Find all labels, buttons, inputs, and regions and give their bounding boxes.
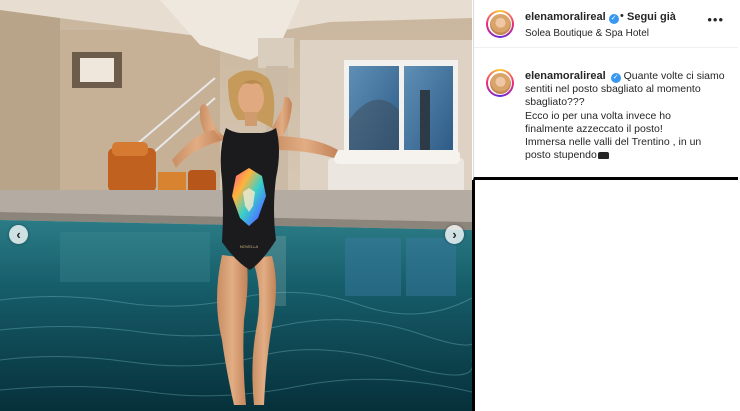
caption-line: elenamoralireal ✓ Quante volte ci siamo bbox=[525, 70, 737, 83]
caption-text: elenamoralireal ✓ Quante volte ci siamo s… bbox=[525, 70, 737, 162]
location-link[interactable]: Solea Boutique & Spa Hotel bbox=[525, 28, 649, 39]
chevron-left-icon: ‹ bbox=[16, 227, 21, 242]
post-header: elenamoralireal ✓ • Segui già Solea Bouti… bbox=[474, 0, 738, 48]
following-button[interactable]: Segui già bbox=[627, 11, 676, 23]
avatar-photo bbox=[489, 13, 511, 35]
chevron-right-icon: › bbox=[452, 227, 457, 242]
username-text[interactable]: elenamoralireal bbox=[525, 11, 606, 23]
avatar-ring-inner bbox=[488, 12, 512, 36]
carousel-prev-button[interactable]: ‹ bbox=[9, 225, 28, 244]
caption-username[interactable]: elenamoralireal bbox=[525, 70, 606, 82]
profile-avatar[interactable] bbox=[486, 10, 514, 38]
emoji-icon bbox=[597, 152, 609, 160]
caption-line: sbagliato??? bbox=[525, 96, 585, 109]
verified-badge-icon: ✓ bbox=[610, 73, 621, 83]
carousel-next-button[interactable]: › bbox=[445, 225, 464, 244]
post-sidebar: elenamoralireal ✓ • Segui già Solea Bouti… bbox=[473, 0, 738, 180]
username-link[interactable]: elenamoralireal ✓ bbox=[525, 11, 619, 24]
post-image[interactable]: NOVELLA ‹ › bbox=[0, 0, 472, 411]
caption-line-text: posto stupendo bbox=[525, 149, 597, 162]
verified-badge-icon: ✓ bbox=[608, 14, 619, 24]
caption-avatar[interactable] bbox=[486, 69, 514, 97]
caption-line: Ecco io per una volta invece ho bbox=[525, 109, 671, 122]
caption-line: finalmente azzeccato il posto! bbox=[525, 122, 663, 135]
avatar-ring-inner bbox=[488, 71, 512, 95]
caption-line-text: Quante volte ci siamo bbox=[623, 70, 725, 82]
swimsuit-print-text: NOVELLA bbox=[240, 244, 259, 249]
caption-line: Immersa nelle valli del Trentino , in un bbox=[525, 136, 702, 149]
caption-line: sentiti nel posto sbagliato al momento bbox=[525, 83, 701, 96]
post-photo: NOVELLA bbox=[0, 0, 472, 411]
separator-dot: • bbox=[620, 10, 624, 22]
avatar-photo bbox=[489, 72, 511, 94]
caption-line: posto stupendo bbox=[525, 149, 737, 162]
panel-divider bbox=[472, 180, 475, 411]
more-options-icon[interactable]: ••• bbox=[707, 12, 724, 27]
